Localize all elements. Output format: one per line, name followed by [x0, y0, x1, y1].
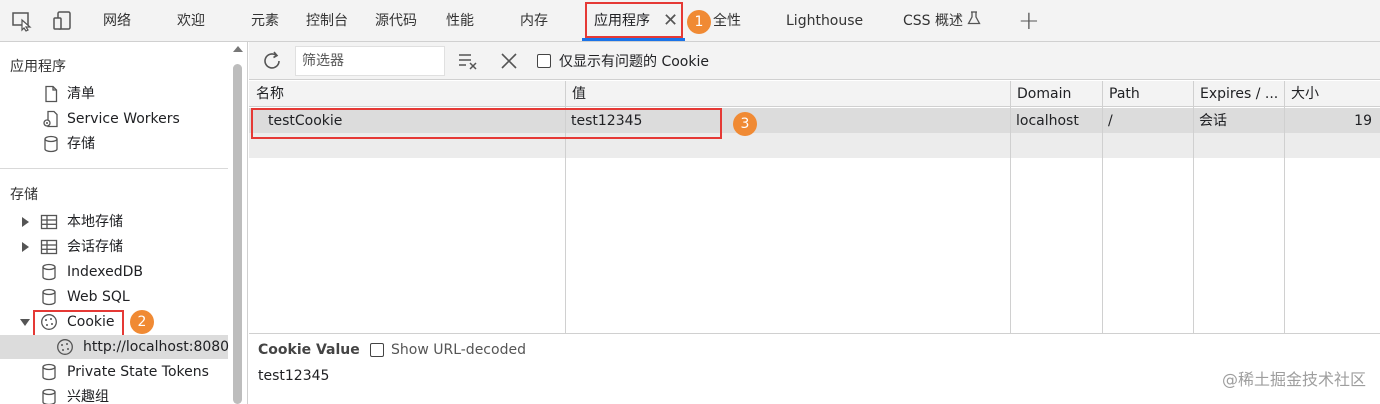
tab-elements[interactable]: 元素: [251, 0, 279, 42]
column-header-name[interactable]: 名称: [249, 81, 565, 107]
cookie-toolbar: 仅显示有问题的 Cookie: [249, 42, 1380, 80]
application-sidebar: 应用程序 清单 Service Workers 存储 存储 本地存储 会话存储 …: [0, 42, 248, 404]
more-tools-plus-icon[interactable]: +: [1018, 6, 1040, 36]
device-toolbar-icon[interactable]: [50, 9, 74, 33]
gear-document-icon: [42, 110, 60, 128]
scroll-up-arrow-icon[interactable]: [233, 46, 243, 52]
database-icon: [40, 388, 58, 404]
sidebar-item-label: 会话存储: [67, 239, 123, 255]
inspect-element-icon[interactable]: [10, 9, 34, 33]
database-icon: [40, 288, 58, 306]
watermark: @稀土掘金技术社区: [1221, 370, 1366, 389]
tab-performance[interactable]: 性能: [446, 0, 474, 42]
database-icon: [40, 363, 58, 381]
sidebar-divider: [0, 168, 228, 169]
cookie-path-cell: /: [1108, 113, 1113, 129]
show-url-decoded-label: Show URL-decoded: [391, 342, 526, 358]
cookie-table: 名称 值 Domain Path Expires / ... 大小 testCo…: [249, 81, 1380, 333]
cookie-icon: [56, 338, 74, 356]
active-tab-indicator: [582, 38, 685, 41]
clear-filtered-icon[interactable]: [457, 51, 479, 75]
filter-input[interactable]: [295, 46, 445, 76]
sidebar-item-label: http://localhost:8080: [83, 339, 230, 355]
devtools-tab-bar: 网络 欢迎 元素 控制台 源代码 性能 内存 应用程序 ✕ 全性 Lightho…: [0, 0, 1380, 42]
document-icon: [42, 85, 60, 103]
cookie-value-heading: Cookie Value: [258, 342, 360, 358]
column-header-expires[interactable]: Expires / ...: [1193, 81, 1284, 107]
column-divider: [1102, 81, 1103, 333]
column-header-domain[interactable]: Domain: [1010, 81, 1102, 107]
cookie-size-cell: 19: [1354, 113, 1372, 129]
tab-network[interactable]: 网络: [103, 0, 131, 42]
column-header-size[interactable]: 大小: [1284, 81, 1380, 107]
sidebar-item-label: Private State Tokens: [67, 364, 209, 380]
annotation-box-2: [33, 310, 124, 338]
sidebar-section-storage: 存储: [10, 187, 38, 203]
sidebar-item-label: 兴趣组: [67, 389, 109, 404]
sidebar-item-label: 存储: [67, 136, 95, 152]
tab-welcome[interactable]: 欢迎: [177, 0, 205, 42]
database-icon: [42, 135, 60, 153]
flask-icon: [967, 0, 981, 42]
only-issues-label: 仅显示有问题的 Cookie: [559, 54, 709, 70]
only-issues-checkbox[interactable]: [537, 54, 551, 68]
tab-sources[interactable]: 源代码: [375, 0, 417, 42]
annotation-box-1: [585, 2, 683, 38]
column-divider: [1284, 81, 1285, 333]
collapse-arrow-icon[interactable]: [20, 319, 30, 326]
column-divider: [1193, 81, 1194, 333]
expand-arrow-icon[interactable]: [22, 242, 29, 252]
tab-lighthouse[interactable]: Lighthouse: [786, 0, 863, 42]
annotation-badge-1: 1: [687, 10, 711, 34]
tab-css-overview-label: CSS 概述: [903, 13, 963, 29]
cookie-value-panel: Cookie Value Show URL-decoded test12345: [249, 333, 1380, 404]
cookie-value-text: test12345: [258, 368, 330, 384]
refresh-icon[interactable]: [261, 50, 283, 76]
sidebar-item-label: Service Workers: [67, 111, 180, 127]
tab-security[interactable]: 全性: [713, 0, 741, 42]
column-divider: [1010, 81, 1011, 333]
sidebar-item-label: IndexedDB: [67, 264, 143, 280]
cookie-expires-cell: 会话: [1199, 113, 1227, 129]
sidebar-item-label: Web SQL: [67, 289, 130, 305]
expand-arrow-icon[interactable]: [22, 217, 29, 227]
tab-css-overview[interactable]: CSS 概述: [903, 0, 981, 42]
column-header-value[interactable]: 值: [565, 81, 1010, 107]
annotation-badge-3: 3: [733, 112, 757, 136]
column-header-path[interactable]: Path: [1102, 81, 1193, 107]
database-icon: [40, 263, 58, 281]
tab-console[interactable]: 控制台: [306, 0, 348, 42]
cookie-domain-cell: localhost: [1016, 113, 1079, 129]
annotation-box-3: [251, 108, 722, 139]
clear-all-icon[interactable]: [499, 51, 519, 75]
sidebar-scrollbar-thumb[interactable]: [233, 64, 242, 404]
table-grid-icon: [40, 238, 58, 256]
sidebar-item-label: 清单: [67, 86, 95, 102]
tab-memory[interactable]: 内存: [520, 0, 548, 42]
sidebar-section-application: 应用程序: [10, 59, 66, 75]
table-grid-icon: [40, 213, 58, 231]
show-url-decoded-checkbox[interactable]: [370, 343, 384, 357]
sidebar-item-label: 本地存储: [67, 214, 123, 230]
annotation-badge-2: 2: [130, 310, 154, 334]
